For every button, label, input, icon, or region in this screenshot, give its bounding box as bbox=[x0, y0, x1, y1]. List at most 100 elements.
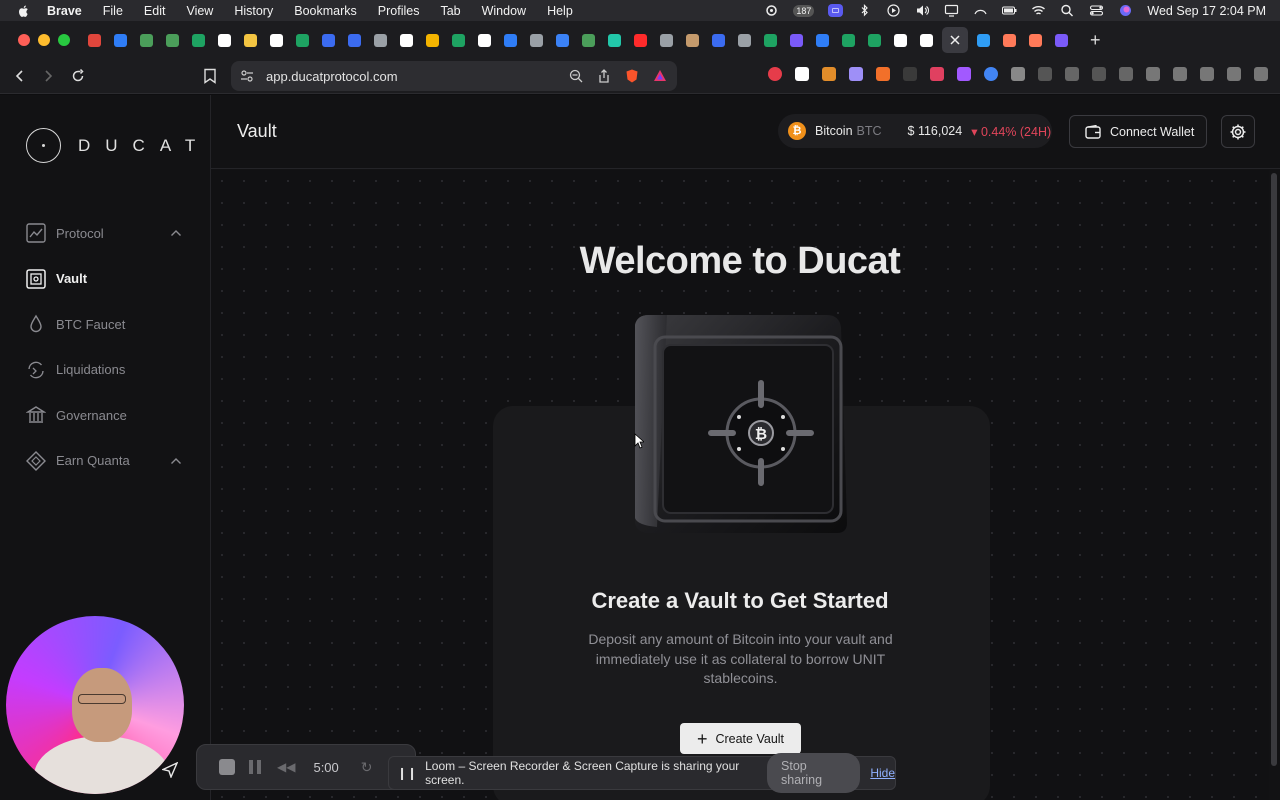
browser-tab[interactable] bbox=[162, 30, 183, 51]
stop-sharing-button[interactable]: Stop sharing bbox=[767, 753, 861, 793]
extensions-puzzle-icon[interactable] bbox=[1065, 67, 1079, 81]
brave-shields-icon[interactable] bbox=[625, 69, 639, 83]
page-scrollbar[interactable] bbox=[1271, 173, 1277, 766]
browser-tab[interactable] bbox=[864, 30, 885, 51]
browser-tab[interactable] bbox=[500, 30, 521, 51]
sidebar-item-earn-quanta[interactable]: Earn Quanta bbox=[26, 450, 186, 472]
extension-mc-icon[interactable] bbox=[903, 67, 917, 81]
settings-button[interactable] bbox=[1221, 115, 1255, 148]
browser-tab[interactable] bbox=[786, 30, 807, 51]
hotspot-icon[interactable] bbox=[973, 4, 988, 17]
close-window-button[interactable] bbox=[18, 34, 30, 46]
browser-tab[interactable] bbox=[370, 30, 391, 51]
bluetooth-icon[interactable] bbox=[857, 4, 872, 17]
minimize-window-button[interactable] bbox=[38, 34, 50, 46]
extension-x-icon[interactable] bbox=[795, 67, 809, 81]
sidebar-item-protocol[interactable]: Protocol bbox=[26, 222, 186, 244]
active-tab[interactable] bbox=[942, 27, 968, 53]
menu-window[interactable]: Window bbox=[482, 4, 526, 18]
browser-tab[interactable] bbox=[396, 30, 417, 51]
menu-profiles[interactable]: Profiles bbox=[378, 4, 420, 18]
spotlight-search-icon[interactable] bbox=[1060, 4, 1075, 17]
browser-tab[interactable] bbox=[916, 30, 937, 51]
extension-badge-icon[interactable] bbox=[930, 67, 944, 81]
new-tab-button[interactable]: + bbox=[1090, 30, 1101, 51]
browser-tab[interactable] bbox=[422, 30, 443, 51]
extension-square-icon[interactable] bbox=[1092, 67, 1106, 81]
menu-bookmarks[interactable]: Bookmarks bbox=[294, 4, 357, 18]
menu-history[interactable]: History bbox=[234, 4, 273, 18]
brave-rewards-icon[interactable] bbox=[653, 69, 667, 83]
btc-price-ticker[interactable]: ₿ Bitcoin BTC $ 116,024 ▾ 0.44% (24H) bbox=[778, 114, 1052, 148]
browser-tab[interactable] bbox=[266, 30, 287, 51]
sidebar-item-governance[interactable]: Governance bbox=[26, 404, 186, 426]
sidebar-toggle-icon[interactable] bbox=[1146, 67, 1160, 81]
screen-share-icon[interactable] bbox=[828, 4, 844, 17]
battery-icon[interactable] bbox=[1002, 4, 1017, 17]
browser-menu-icon[interactable] bbox=[1254, 67, 1268, 81]
site-settings-icon[interactable] bbox=[240, 69, 254, 83]
browser-tab[interactable] bbox=[474, 30, 495, 51]
bookmark-icon[interactable] bbox=[203, 68, 217, 84]
browser-tab[interactable] bbox=[682, 30, 703, 51]
pause-button[interactable] bbox=[249, 760, 261, 774]
browser-tab[interactable] bbox=[760, 30, 781, 51]
restart-icon[interactable]: ↻ bbox=[361, 759, 373, 776]
extension-ghost-icon[interactable] bbox=[849, 67, 863, 81]
wifi-icon[interactable] bbox=[1031, 4, 1046, 17]
browser-tab[interactable] bbox=[318, 30, 339, 51]
hide-share-bar-link[interactable]: Hide bbox=[870, 766, 895, 780]
volume-icon[interactable] bbox=[915, 4, 930, 17]
browser-tab[interactable] bbox=[708, 30, 729, 51]
browser-tab[interactable] bbox=[734, 30, 755, 51]
menubar-clock[interactable]: Wed Sep 17 2:04 PM bbox=[1147, 4, 1266, 18]
close-tab-icon[interactable] bbox=[950, 35, 960, 45]
browser-tab[interactable] bbox=[973, 30, 994, 51]
browser-tab[interactable] bbox=[240, 30, 261, 51]
menu-file[interactable]: File bbox=[103, 4, 123, 18]
forward-button[interactable] bbox=[40, 68, 56, 84]
browser-tab[interactable] bbox=[890, 30, 911, 51]
browser-tab[interactable] bbox=[292, 30, 313, 51]
webcam-bubble[interactable] bbox=[6, 616, 184, 794]
browser-tab[interactable] bbox=[214, 30, 235, 51]
notification-count-badge[interactable]: 187 bbox=[793, 4, 815, 17]
browser-tab[interactable] bbox=[604, 30, 625, 51]
share-icon[interactable] bbox=[597, 69, 611, 83]
browser-tab[interactable] bbox=[630, 30, 651, 51]
browser-tab[interactable] bbox=[344, 30, 365, 51]
siri-icon[interactable] bbox=[1118, 4, 1133, 17]
browser-tab[interactable] bbox=[838, 30, 859, 51]
display-icon[interactable] bbox=[944, 4, 959, 17]
stop-recording-button[interactable] bbox=[219, 759, 235, 775]
browser-tab[interactable] bbox=[656, 30, 677, 51]
browser-tab[interactable] bbox=[999, 30, 1020, 51]
extension-gray-icon[interactable] bbox=[1011, 67, 1025, 81]
extension-fox-icon[interactable] bbox=[876, 67, 890, 81]
extension-orange-icon[interactable] bbox=[822, 67, 836, 81]
browser-tab[interactable] bbox=[1025, 30, 1046, 51]
reload-button[interactable] bbox=[70, 68, 86, 84]
browser-tab[interactable] bbox=[136, 30, 157, 51]
browser-tab[interactable] bbox=[526, 30, 547, 51]
vpn-icon[interactable] bbox=[1227, 67, 1241, 81]
browser-tab[interactable] bbox=[110, 30, 131, 51]
pause-share-icon[interactable]: ❙❙ bbox=[397, 766, 417, 780]
sidebar-item-vault[interactable]: Vault bbox=[26, 268, 186, 290]
sidebar-item-btc-faucet[interactable]: BTC Faucet bbox=[26, 313, 186, 335]
address-bar[interactable]: app.ducatprotocol.com bbox=[231, 61, 677, 91]
menu-app-brave[interactable]: Brave bbox=[47, 4, 82, 18]
extension-menu-icon[interactable] bbox=[1038, 67, 1052, 81]
connect-wallet-button[interactable]: Connect Wallet bbox=[1069, 115, 1207, 148]
menu-tab[interactable]: Tab bbox=[440, 4, 460, 18]
browser-tab[interactable] bbox=[188, 30, 209, 51]
chevron-up-icon[interactable] bbox=[170, 455, 182, 467]
apple-icon[interactable] bbox=[17, 4, 31, 18]
browser-tab[interactable] bbox=[84, 30, 105, 51]
browser-tab[interactable] bbox=[578, 30, 599, 51]
wallet-icon[interactable] bbox=[1173, 67, 1187, 81]
sidebar-item-liquidations[interactable]: Liquidations bbox=[26, 359, 186, 381]
extension-red-icon[interactable] bbox=[768, 67, 782, 81]
control-center-icon[interactable] bbox=[1089, 4, 1104, 17]
url-text[interactable]: app.ducatprotocol.com bbox=[266, 69, 398, 84]
